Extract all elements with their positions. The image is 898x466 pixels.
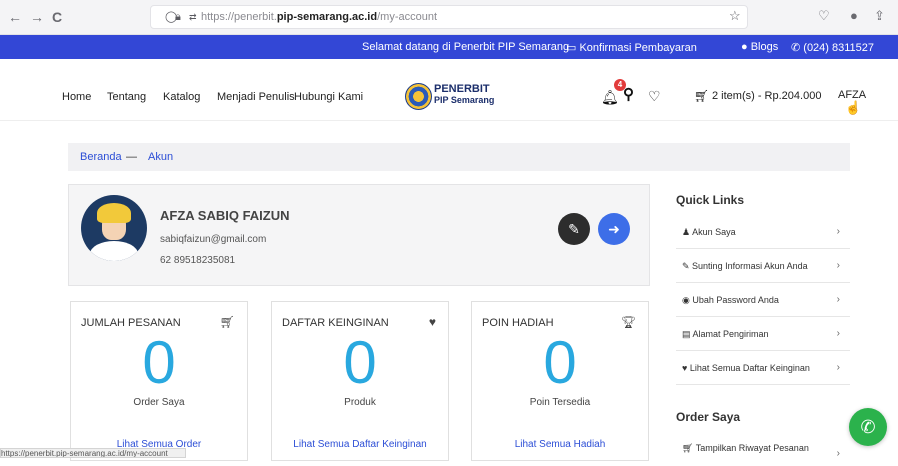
eye-icon: ◉ bbox=[682, 295, 693, 305]
cart-icon: 🛒︎ bbox=[682, 443, 696, 453]
stat-title: JUMLAH PESANAN bbox=[81, 317, 181, 329]
profile-name: AFZA SABIQ FAIZUN bbox=[160, 208, 290, 223]
url-text[interactable]: https://penerbit.pip-semarang.ac.id/my-a… bbox=[201, 11, 437, 23]
logout-button[interactable]: ➜ bbox=[598, 213, 630, 245]
profile-card: AFZA SABIQ FAIZUN sabiqfaizun@gmail.com … bbox=[68, 184, 650, 286]
back-icon[interactable]: ← bbox=[8, 9, 22, 25]
chevron-right-icon: › bbox=[836, 260, 840, 271]
logout-icon: ➜ bbox=[608, 221, 620, 237]
quick-link-address[interactable]: ▤ Alamat Pengiriman › bbox=[676, 317, 850, 351]
whatsapp-icon: ✆ bbox=[860, 417, 876, 437]
forward-icon[interactable]: → bbox=[30, 9, 44, 25]
phone-icon: ✆ bbox=[791, 42, 804, 54]
stat-card-wishlist: DAFTAR KEINGINAN ♥ 0 Produk Lihat Semua … bbox=[271, 301, 449, 461]
permissions-icon[interactable]: ⇄ bbox=[189, 10, 197, 24]
nav-tentang[interactable]: Tentang bbox=[107, 91, 146, 103]
quick-link-akun-saya[interactable]: ♟ Akun Saya › bbox=[676, 215, 850, 249]
quick-link-edit-info[interactable]: ✎ Sunting Informasi Akun Anda › bbox=[676, 249, 850, 283]
stat-subtitle: Order Saya bbox=[133, 397, 185, 408]
stat-subtitle: Poin Tersedia bbox=[529, 397, 591, 408]
breadcrumb: Beranda — Akun bbox=[68, 143, 850, 171]
user-icon: ♟ bbox=[682, 227, 693, 237]
blogs-link[interactable]: ● Blogs bbox=[741, 41, 778, 53]
trophy-icon: 🏆︎ bbox=[620, 315, 636, 329]
bell-icon[interactable]: 🔔︎ bbox=[601, 89, 619, 105]
browser-toolbar: ← → C ◯ 🔒︎ ⇄ https://penerbit.pip-semara… bbox=[0, 0, 898, 35]
quick-link-change-password[interactable]: ◉ Ubah Password Anda › bbox=[676, 283, 850, 317]
view-all-wishlist-link[interactable]: Lihat Semua Daftar Keinginan bbox=[272, 439, 448, 450]
address-bar[interactable]: ◯ 🔒︎ ⇄ https://penerbit.pip-semarang.ac.… bbox=[150, 5, 748, 29]
share-icon[interactable]: ⇪ bbox=[874, 8, 885, 24]
nav-katalog[interactable]: Katalog bbox=[163, 91, 200, 103]
bookmark-star-icon[interactable]: ☆ bbox=[729, 9, 741, 23]
pencil-icon: ✎ bbox=[682, 261, 693, 271]
whatsapp-chat-button[interactable]: ✆ bbox=[849, 408, 887, 446]
site-logo[interactable] bbox=[405, 83, 432, 110]
profile-phone: 62 89518235081 bbox=[160, 255, 236, 266]
cart-icon: 🛒︎ bbox=[219, 315, 235, 329]
nav-hubungi-kami[interactable]: Hubungi Kami bbox=[294, 91, 363, 103]
account-icon[interactable]: ● bbox=[850, 8, 858, 24]
book-icon: ▤ bbox=[682, 329, 693, 339]
order-link-history[interactable]: 🛒︎ Tampilkan Riwayat Pesanan › bbox=[676, 432, 850, 466]
heart-icon: ♥ bbox=[682, 363, 690, 373]
top-announcement-bar: Selamat datang di Penerbit PIP Semarang … bbox=[0, 35, 898, 59]
site-logo-text[interactable]: PENERBIT PIP Semarang bbox=[434, 84, 494, 106]
breadcrumb-current: Akun bbox=[148, 151, 174, 163]
welcome-text: Selamat datang di Penerbit PIP Semarang bbox=[362, 41, 570, 53]
pocket-icon[interactable]: ♡ bbox=[818, 8, 830, 24]
quick-link-wishlist[interactable]: ♥ Lihat Semua Daftar Keinginan › bbox=[676, 351, 850, 385]
chevron-right-icon: › bbox=[836, 294, 840, 305]
avatar bbox=[81, 195, 147, 261]
payment-confirm-link[interactable]: ▭ Konfirmasi Pembayaran bbox=[566, 41, 697, 54]
quick-links-title: Quick Links bbox=[676, 193, 745, 207]
nav-home[interactable]: Home bbox=[62, 91, 91, 103]
stat-value: 0 bbox=[142, 329, 176, 396]
stat-title: POIN HADIAH bbox=[482, 317, 554, 329]
search-icon[interactable]: ⚲ bbox=[623, 87, 634, 103]
order-section-title: Order Saya bbox=[676, 410, 741, 424]
pencil-icon: ✎ bbox=[568, 221, 580, 237]
hand-cursor-icon: ☝ bbox=[845, 100, 862, 115]
view-all-rewards-link[interactable]: Lihat Semua Hadiah bbox=[472, 439, 648, 450]
stat-value: 0 bbox=[543, 329, 577, 396]
breadcrumb-separator: — bbox=[126, 151, 137, 163]
card-icon: ▭ bbox=[566, 42, 580, 54]
chevron-right-icon: › bbox=[836, 328, 840, 339]
cart-icon[interactable]: 🛒︎ bbox=[694, 88, 709, 104]
browser-status-bar: https://penerbit.pip-semarang.ac.id/my-a… bbox=[0, 448, 186, 458]
stat-value: 0 bbox=[343, 329, 377, 396]
stat-subtitle: Produk bbox=[344, 397, 376, 408]
heart-icon: ♥ bbox=[428, 315, 436, 329]
reload-icon[interactable]: C bbox=[52, 9, 62, 25]
wishlist-heart-icon[interactable]: ♡ bbox=[648, 88, 661, 104]
stat-title: DAFTAR KEINGINAN bbox=[282, 317, 389, 329]
chevron-right-icon: › bbox=[836, 226, 840, 237]
phone-link[interactable]: ✆ (024) 8311527 bbox=[791, 41, 874, 54]
cart-summary[interactable]: 2 item(s) - Rp.204.000 bbox=[712, 90, 821, 102]
edit-profile-button[interactable]: ✎ bbox=[558, 213, 590, 245]
stat-card-rewards: POIN HADIAH 🏆︎ 0 Poin Tersedia Lihat Sem… bbox=[471, 301, 649, 461]
chevron-right-icon: › bbox=[836, 448, 840, 459]
lock-icon[interactable]: 🔒︎ bbox=[175, 10, 181, 24]
chevron-right-icon: › bbox=[836, 362, 840, 373]
site-header: Home Tentang Katalog Menjadi Penulis Hub… bbox=[0, 59, 898, 121]
breadcrumb-home[interactable]: Beranda bbox=[80, 151, 122, 163]
stat-card-orders: JUMLAH PESANAN 🛒︎ 0 Order Saya Lihat Sem… bbox=[70, 301, 248, 461]
nav-menjadi-penulis[interactable]: Menjadi Penulis bbox=[217, 91, 295, 103]
profile-email: sabiqfaizun@gmail.com bbox=[160, 234, 267, 245]
comments-icon: ● bbox=[741, 41, 751, 53]
